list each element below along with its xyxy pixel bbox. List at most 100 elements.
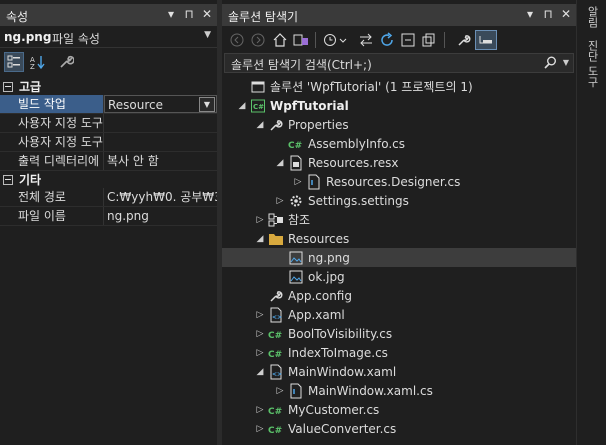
config-icon — [268, 288, 284, 304]
collapsed-arrow-icon[interactable]: ▷ — [274, 196, 286, 206]
properties-wrench-icon[interactable] — [455, 30, 473, 50]
tree-item[interactable]: ▷ Settings.settings — [274, 191, 409, 210]
collapsed-arrow-icon[interactable]: ▷ — [254, 329, 266, 339]
show-all-files-icon[interactable] — [420, 30, 438, 50]
image-icon — [288, 250, 304, 266]
svg-text:C#: C# — [268, 407, 282, 417]
property-pages-wrench-icon[interactable] — [56, 52, 76, 72]
expanded-arrow-icon[interactable]: ◢ — [254, 234, 266, 244]
object-name: ng.png — [4, 30, 52, 44]
alphabetical-icon[interactable]: AZ — [27, 52, 47, 72]
tree-item[interactable]: ▷ Resources.Designer.cs — [292, 172, 460, 191]
tree-item-label: IndexToImage.cs — [288, 345, 388, 360]
window-menu-icon[interactable]: ▾ — [165, 7, 177, 21]
collapsed-arrow-icon[interactable]: ▷ — [274, 386, 286, 396]
side-tab-notifications[interactable]: 알림 — [584, 6, 600, 28]
collapsed-arrow-icon[interactable]: ▷ — [254, 215, 266, 225]
tree-item[interactable]: ◢ <> MainWindow.xaml — [254, 362, 396, 381]
category-advanced[interactable]: 고급 — [0, 78, 217, 95]
property-row-custom-tool[interactable]: 사용자 지정 도구 — [0, 114, 217, 133]
tree-item[interactable]: App.config — [254, 286, 352, 305]
tree-item[interactable]: ▷ C# BoolToVisibility.cs — [254, 324, 393, 343]
window-menu-icon[interactable]: ▾ — [524, 7, 536, 21]
tree-item[interactable]: ◢ Resources — [254, 229, 350, 248]
solution-icon — [250, 79, 266, 95]
collapse-icon[interactable] — [3, 81, 13, 92]
property-key: 파일 이름 — [0, 207, 104, 225]
tree-item[interactable]: ▷ 참조 — [254, 210, 310, 229]
close-icon[interactable]: ✕ — [560, 7, 572, 21]
expanded-arrow-icon[interactable]: ◢ — [236, 101, 248, 111]
pin-icon[interactable]: ⊓ — [183, 7, 195, 21]
wrench-icon — [268, 117, 284, 133]
tree-item[interactable]: ok.jpg — [274, 267, 345, 286]
property-key: 사용자 지정 도구 네임스페이스 — [0, 133, 104, 151]
chevron-down-icon[interactable]: ▼ — [204, 30, 211, 40]
tree-item[interactable]: ▷ C# MyCustomer.cs — [254, 400, 380, 419]
tree-item[interactable]: 솔루션 'WpfTutorial' (1 프로젝트의 1) — [236, 77, 473, 96]
tree-item[interactable]: ◢ C# WpfTutorial — [236, 96, 349, 115]
property-value[interactable] — [104, 114, 217, 132]
back-icon[interactable] — [228, 30, 246, 50]
solution-search-input[interactable]: 솔루션 탐색기 검색(Ctrl+;) ▼ — [224, 53, 574, 73]
build-action-select[interactable]: Resource ▼ — [104, 95, 217, 113]
property-value[interactable]: 복사 안 함 — [104, 152, 217, 170]
tree-item[interactable]: ◢ Resources.resx — [274, 153, 399, 172]
expanded-arrow-icon[interactable]: ◢ — [254, 367, 266, 377]
tree-item[interactable]: ▷ C# ValueConverter.cs — [254, 419, 397, 438]
property-value[interactable]: C:₩yyh₩0. 공부₩3. C#₩WpfTutorial₩Resources… — [104, 188, 217, 206]
collapse-all-icon[interactable] — [399, 30, 417, 50]
chevron-down-icon[interactable]: ▼ — [199, 97, 215, 112]
properties-title-bar: 속성 ▾ ⊓ ✕ — [0, 4, 217, 26]
collapse-icon[interactable] — [3, 174, 13, 185]
property-row-build-action[interactable]: 빌드 작업 Resource ▼ — [0, 95, 217, 114]
categorized-icon[interactable] — [4, 52, 24, 72]
tree-item[interactable]: ▷ <> App.xaml — [254, 305, 345, 324]
property-row-custom-tool-namespace[interactable]: 사용자 지정 도구 네임스페이스 — [0, 133, 217, 152]
refresh-icon[interactable] — [378, 30, 396, 50]
property-value[interactable]: ng.png — [104, 207, 217, 225]
svg-text:C#: C# — [253, 103, 264, 111]
property-row-file-name[interactable]: 파일 이름 ng.png — [0, 207, 217, 226]
property-value[interactable] — [104, 133, 217, 151]
expanded-arrow-icon[interactable]: ◢ — [274, 158, 286, 168]
property-key: 출력 디렉터리에 복사 — [0, 152, 104, 170]
expanded-arrow-icon[interactable]: ◢ — [254, 120, 266, 130]
home-icon[interactable] — [271, 30, 289, 50]
side-tab-strip: 알림 진단 도구 — [576, 0, 606, 445]
collapsed-arrow-icon[interactable]: ▷ — [254, 424, 266, 434]
tree-item[interactable]: C# AssemblyInfo.cs — [274, 134, 405, 153]
tree-item[interactable]: ng.png — [222, 248, 576, 267]
collapsed-arrow-icon[interactable]: ▷ — [254, 310, 266, 320]
search-icon[interactable] — [544, 56, 557, 72]
collapsed-arrow-icon[interactable]: ▷ — [254, 348, 266, 358]
svg-text:<>: <> — [272, 371, 282, 378]
pin-icon[interactable]: ⊓ — [542, 7, 554, 21]
chevron-down-icon[interactable]: ▼ — [563, 58, 569, 67]
pending-changes-filter-icon[interactable] — [322, 30, 350, 50]
cs-icon: C# — [268, 326, 284, 342]
tree-item-label: Resources — [288, 231, 350, 246]
collapsed-arrow-icon[interactable]: ▷ — [254, 405, 266, 415]
property-row-copy-to-output[interactable]: 출력 디렉터리에 복사 복사 안 함 — [0, 152, 217, 171]
tree-item[interactable]: ▷ C# IndexToImage.cs — [254, 343, 388, 362]
tree-item[interactable]: ▷ MainWindow.xaml.cs — [274, 381, 433, 400]
preview-selected-items-icon[interactable] — [475, 30, 497, 50]
property-row-full-path[interactable]: 전체 경로 C:₩yyh₩0. 공부₩3. C#₩WpfTutorial₩Res… — [0, 188, 217, 207]
side-tab-diagnostics[interactable]: 진단 도구 — [584, 40, 600, 88]
resx-icon — [288, 155, 304, 171]
tree-item-label: ok.jpg — [308, 269, 345, 284]
switch-views-icon[interactable] — [292, 30, 310, 50]
svg-text:Z: Z — [30, 63, 35, 70]
references-icon — [268, 212, 284, 228]
sync-active-document-icon[interactable] — [357, 30, 375, 50]
tree-item-label: BoolToVisibility.cs — [288, 326, 393, 341]
svg-text:C#: C# — [268, 426, 282, 436]
category-misc[interactable]: 기타 — [0, 171, 217, 188]
collapsed-arrow-icon[interactable]: ▷ — [292, 177, 304, 187]
tree-item[interactable]: ◢ Properties — [254, 115, 349, 134]
object-selector[interactable]: ng.png 파일 속성 ▼ — [0, 26, 217, 48]
tree-item-label: Settings.settings — [308, 193, 409, 208]
forward-icon[interactable] — [249, 30, 267, 50]
close-icon[interactable]: ✕ — [201, 7, 213, 21]
